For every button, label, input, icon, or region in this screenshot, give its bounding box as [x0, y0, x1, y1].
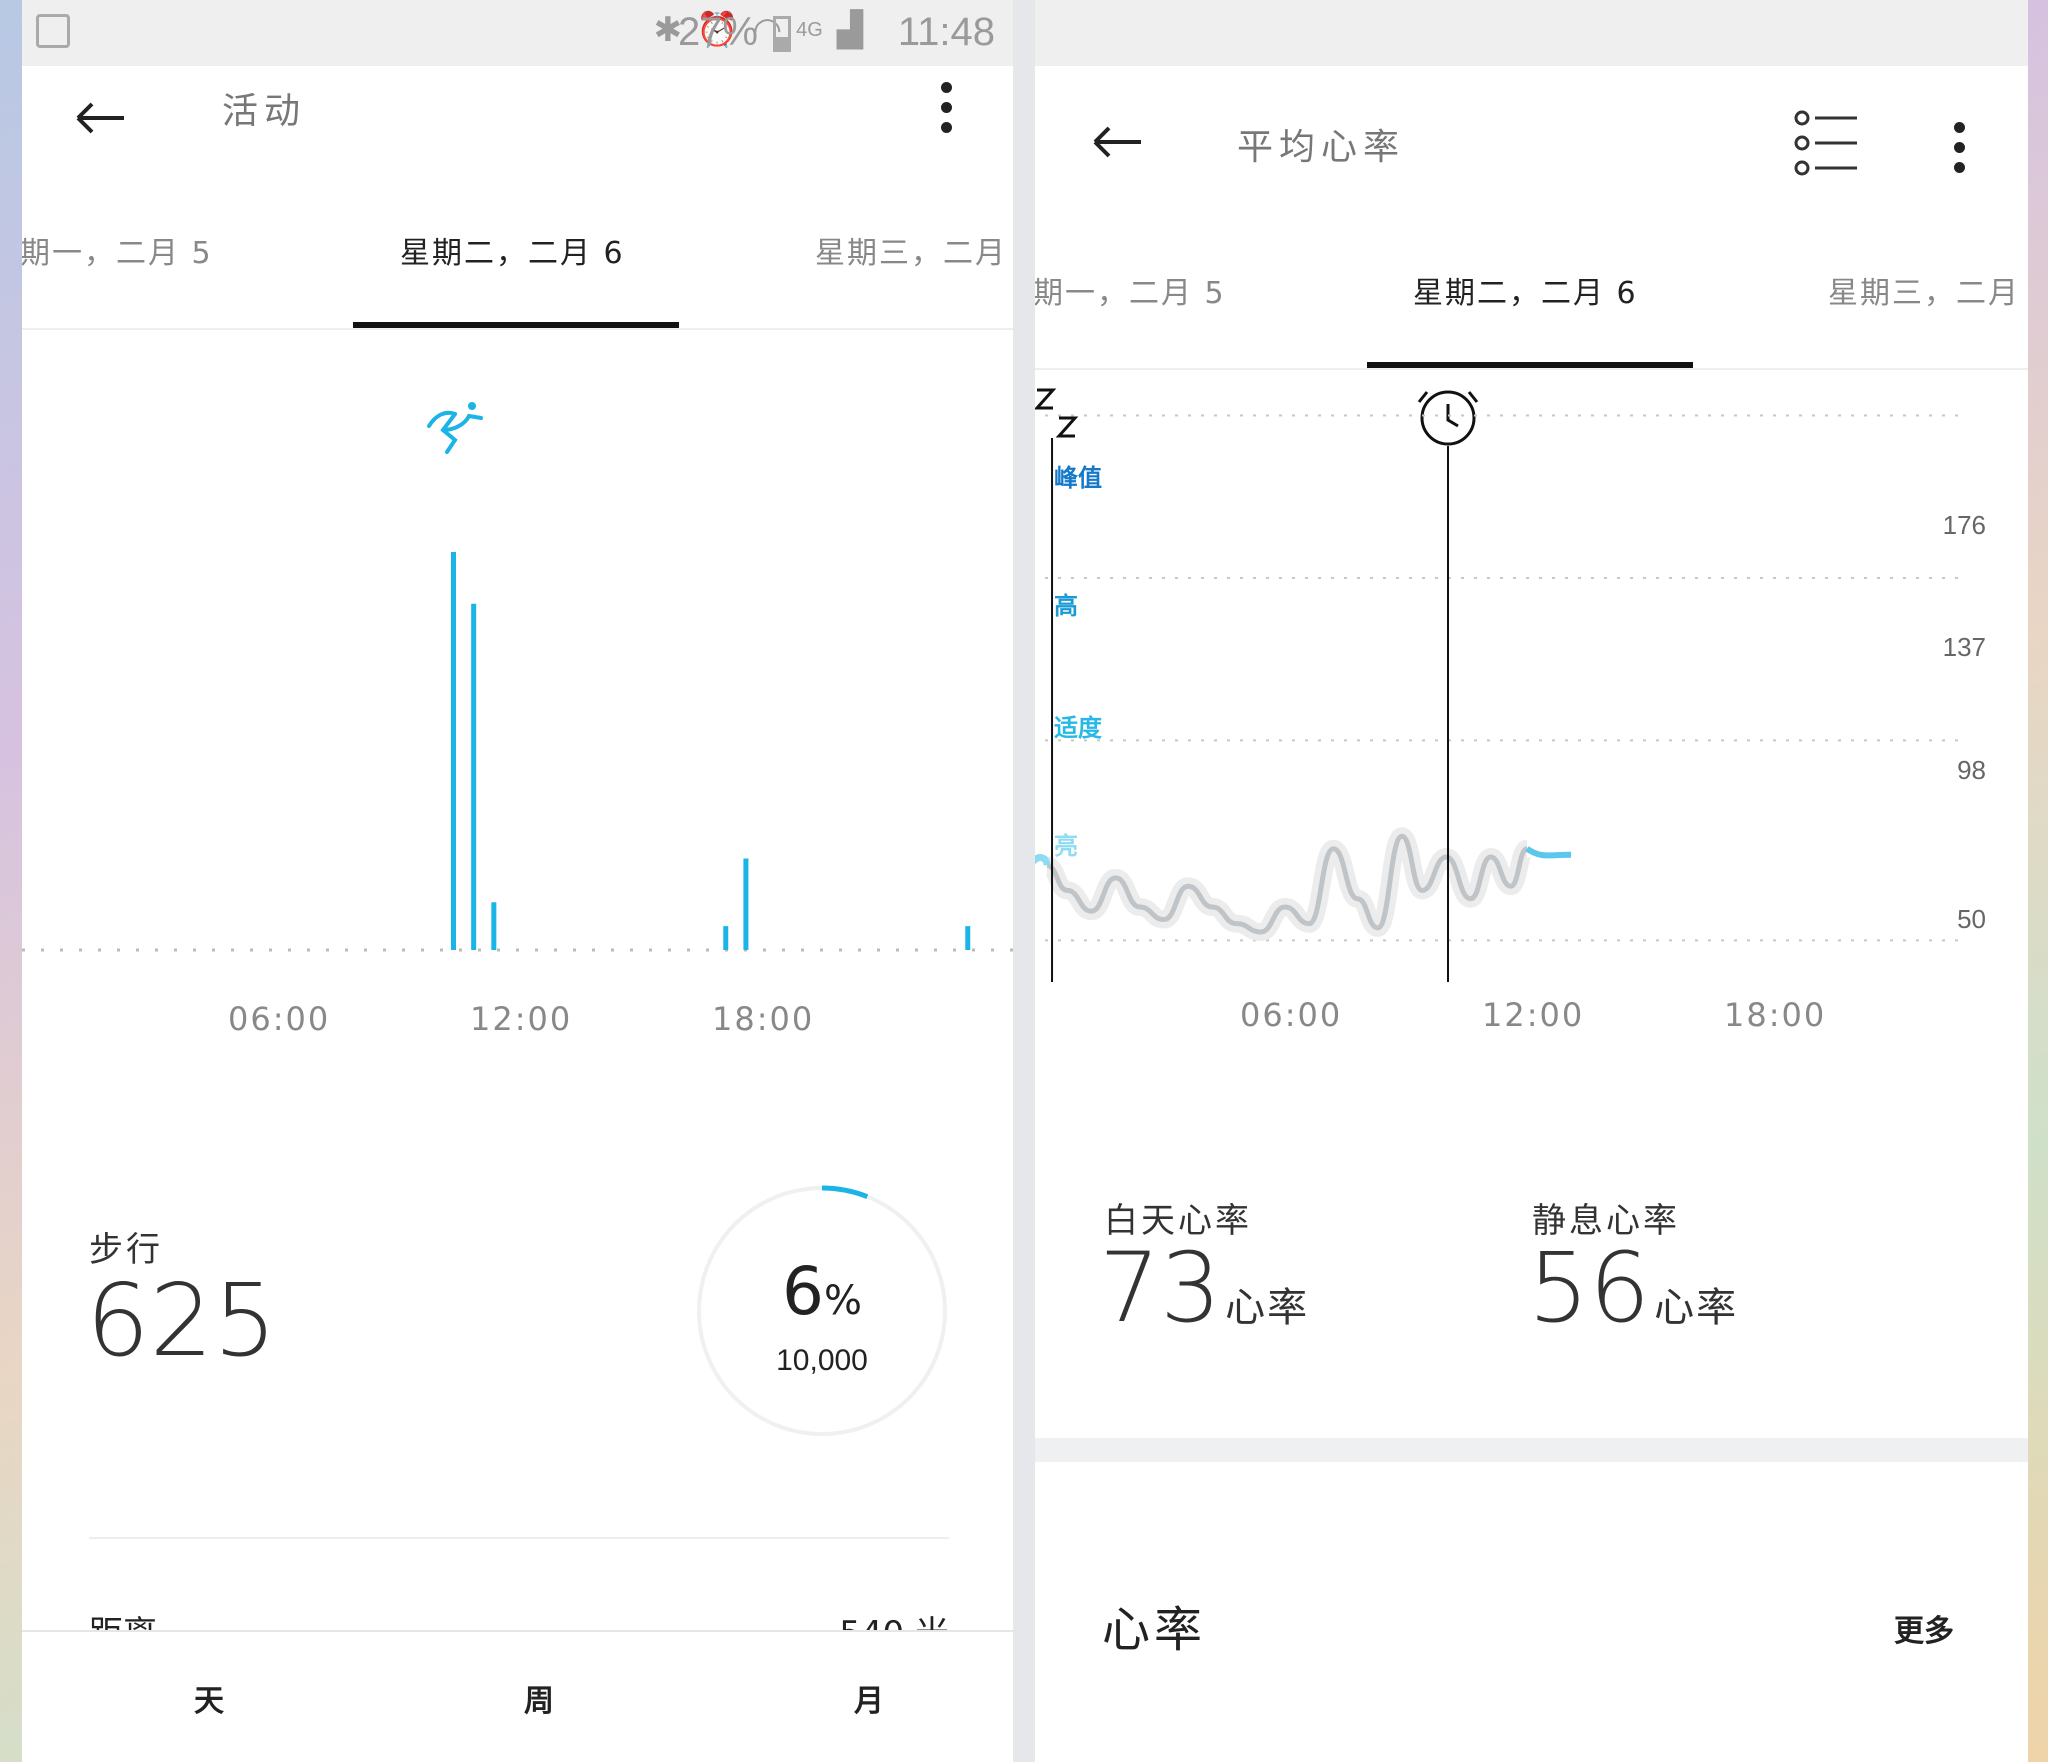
- tab-next-day[interactable]: 星期三，二月: [815, 228, 1007, 272]
- heart-rate-chart: [1035, 388, 1960, 982]
- tab-previous-day[interactable]: 期一，二月 5: [22, 228, 213, 272]
- resting-hr-value: 56 心率: [1528, 1232, 1738, 1344]
- x-tick-label: 12:00: [1482, 996, 1585, 1034]
- more-options-icon[interactable]: [1949, 122, 1969, 182]
- daytime-hr-value: 73 心率: [1099, 1232, 1309, 1344]
- more-options-icon[interactable]: [936, 82, 956, 142]
- tab-current-day[interactable]: 星期二，二月 6: [1413, 268, 1638, 312]
- goal-percent: 6%: [694, 1253, 950, 1330]
- page-title: 活动: [222, 91, 307, 132]
- hr-current-segment: [1525, 846, 1572, 859]
- daytime-hr-number: 73: [1099, 1232, 1222, 1344]
- divider: [89, 1537, 949, 1539]
- back-arrow-icon[interactable]: [1087, 112, 1147, 172]
- x-tick-label: 18:00: [712, 1000, 815, 1038]
- goal-target: 10,000: [776, 1344, 868, 1377]
- tab-indicator: [353, 322, 679, 328]
- x-tick-label: 18:00: [1724, 996, 1827, 1034]
- steps-value: 625: [86, 1262, 277, 1379]
- nav-week[interactable]: 周: [489, 1676, 589, 1720]
- signal-icon: ▟: [836, 11, 863, 49]
- tab-next-day[interactable]: 星期三，二月: [1828, 268, 2020, 312]
- sleep-zz-icon: [1035, 388, 1079, 438]
- section-title: 心率: [1102, 1602, 1207, 1658]
- page-title: 平均心率: [1237, 127, 1406, 168]
- zone-label-high: 高: [1054, 592, 1078, 620]
- goal-percent-number: 6: [781, 1253, 824, 1330]
- date-tabs: 期一，二月 5 星期二，二月 6 星期三，二月: [22, 200, 1013, 330]
- x-tick-label: 06:00: [228, 1000, 331, 1038]
- alarm-clock-icon: [1417, 390, 1479, 446]
- top-strip: [1035, 0, 2028, 66]
- hr-start-segment: [1035, 854, 1051, 866]
- x-tick-label: 06:00: [1240, 996, 1343, 1034]
- resting-hr-number: 56: [1528, 1232, 1651, 1344]
- zone-label-moderate: 适度: [1054, 714, 1102, 742]
- date-tabs: 期一，二月 5 星期二，二月 6 星期三，二月: [1035, 240, 2028, 370]
- network-type: 4G: [796, 18, 823, 41]
- clock: 11:48: [897, 10, 995, 54]
- battery-percent: 27%: [677, 10, 758, 54]
- period-nav: 天 周 月: [22, 1630, 1013, 1762]
- tab-indicator: [1367, 362, 1693, 368]
- y-tick-label: 137: [1942, 632, 1986, 662]
- tab-current-day[interactable]: 星期二，二月 6: [400, 228, 625, 272]
- zone-label-light: 亮: [1054, 832, 1078, 860]
- zone-label-peak: 峰值: [1054, 464, 1102, 492]
- gallery-notification-icon: [36, 14, 70, 48]
- activity-chart: [22, 402, 1013, 952]
- heart-rate-screen: 平均心率 期一，二月 5 星期二，二月 6 星期三，二月 峰值 高 适度 亮 1…: [1035, 0, 2028, 1762]
- heart-rate-app-bar: 平均心率: [1035, 88, 2028, 198]
- distance-row[interactable]: 距离 540 米: [89, 1608, 949, 1630]
- battery-icon: [773, 16, 791, 52]
- more-link[interactable]: 更多: [1894, 1606, 1954, 1650]
- y-tick-label: 176: [1942, 510, 1986, 540]
- goal-percent-sign: %: [823, 1278, 862, 1324]
- list-view-icon[interactable]: [1793, 108, 1863, 178]
- distance-value: 540 米: [839, 1608, 949, 1630]
- activity-screen: ✱ ⏰ ◠ 4G ▟ 27% 11:48 活动 期一，二月 5 星期二，二月 6…: [22, 0, 1013, 1762]
- distance-label: 距离: [89, 1608, 157, 1630]
- activity-app-bar: 活动: [22, 66, 1013, 176]
- tab-previous-day[interactable]: 期一，二月 5: [1035, 268, 1226, 312]
- runner-icon: [427, 402, 483, 454]
- x-tick-label: 12:00: [470, 1000, 573, 1038]
- y-tick-label: 50: [1957, 904, 1986, 934]
- daytime-hr-unit: 心率: [1225, 1285, 1310, 1331]
- hr-range-band: [1043, 827, 1533, 942]
- panel-divider: [1013, 0, 1035, 1762]
- resting-hr-unit: 心率: [1654, 1285, 1739, 1331]
- section-gap: [1035, 1438, 2028, 1462]
- status-bar: ✱ ⏰ ◠ 4G ▟ 27% 11:48: [22, 0, 1013, 66]
- nav-month[interactable]: 月: [819, 1676, 919, 1720]
- y-tick-label: 98: [1957, 755, 1986, 785]
- nav-day[interactable]: 天: [159, 1676, 259, 1720]
- back-arrow-icon[interactable]: [70, 88, 130, 148]
